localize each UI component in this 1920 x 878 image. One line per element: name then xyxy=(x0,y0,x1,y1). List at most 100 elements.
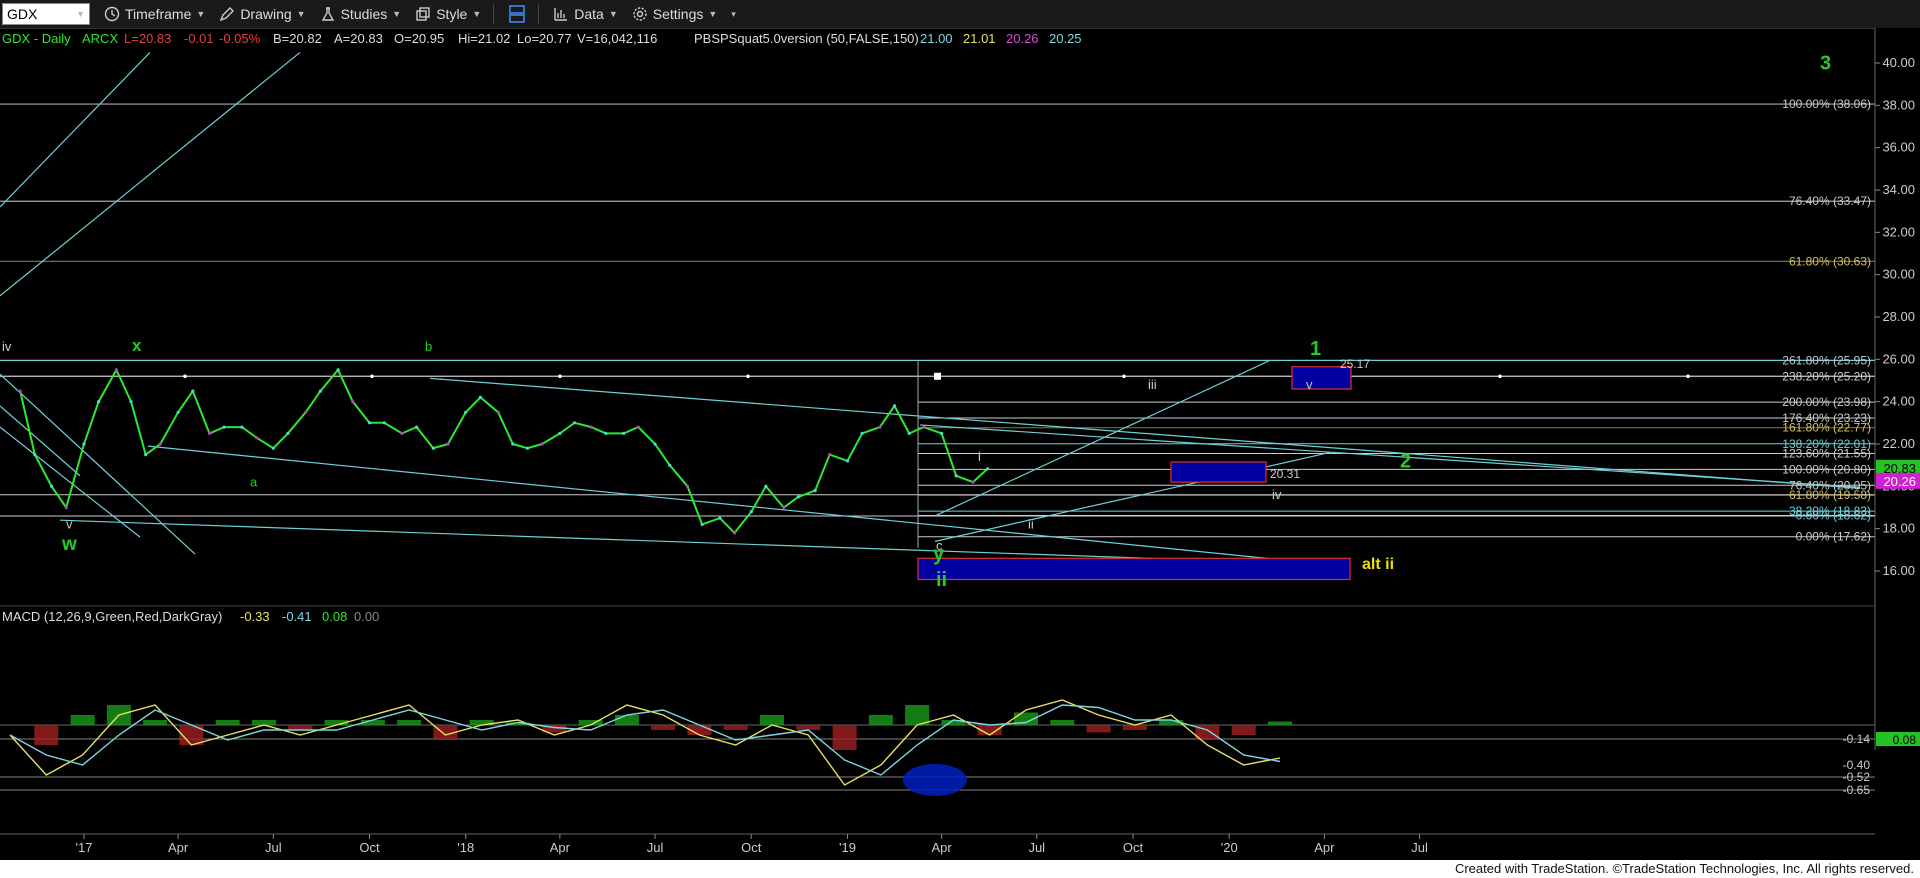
svg-text:20.25: 20.25 xyxy=(1049,31,1082,46)
macd-histogram-bar xyxy=(34,725,59,745)
price-tick-label: 16.00 xyxy=(1882,563,1915,578)
price-point xyxy=(986,467,990,471)
wave-label: ii xyxy=(1028,517,1034,532)
pencil-icon xyxy=(219,6,235,22)
svg-text:21.01: 21.01 xyxy=(963,31,996,46)
style-menu[interactable]: Style ▼ xyxy=(415,6,481,22)
wave-label: iv xyxy=(1272,487,1282,502)
wave-label: 1 xyxy=(1310,338,1321,360)
fib-label: 0.00% (18.62) xyxy=(1796,509,1871,523)
svg-text:0.00: 0.00 xyxy=(354,609,379,624)
macd-val-4: 0.00 xyxy=(354,609,379,624)
symbol-input[interactable]: GDX ▼ xyxy=(2,3,90,25)
time-tick-label: '20 xyxy=(1221,840,1238,855)
svg-text:-0.01: -0.01 xyxy=(184,31,214,46)
price-point xyxy=(400,431,404,435)
wave-label: v xyxy=(1306,377,1313,392)
svg-text:Lo=20.77: Lo=20.77 xyxy=(517,31,572,46)
svg-text:-0.33: -0.33 xyxy=(240,609,270,624)
settings-menu[interactable]: Settings ▼ xyxy=(632,6,718,22)
fib-label: 76.40% (33.47) xyxy=(1789,194,1871,208)
level-dot xyxy=(1686,374,1690,379)
svg-text:L=20.83: L=20.83 xyxy=(124,31,171,46)
macd-axis-label: -0.14 xyxy=(1843,732,1871,746)
studies-menu[interactable]: Studies ▼ xyxy=(320,6,402,22)
timeframe-menu[interactable]: Timeframe ▼ xyxy=(104,6,205,22)
chevron-down-icon: ▼ xyxy=(392,9,402,19)
price-point xyxy=(144,453,148,457)
header-change: -0.01 xyxy=(184,31,214,46)
price-line xyxy=(19,367,989,535)
layout-icon xyxy=(508,4,526,24)
price-point xyxy=(18,389,22,393)
price-point xyxy=(446,442,450,446)
macd-histogram-bar xyxy=(1086,725,1111,733)
macd-histogram-bar xyxy=(288,725,313,730)
price-point xyxy=(478,395,482,399)
price-point xyxy=(240,425,244,429)
more-menu[interactable]: ▾ xyxy=(731,9,736,20)
fib-label: 261.80% (25.95) xyxy=(1782,353,1871,367)
price-tick-label: 18.00 xyxy=(1882,521,1915,536)
price-point xyxy=(764,484,768,488)
price-point xyxy=(636,425,640,429)
wave-label: i xyxy=(978,449,981,464)
svg-text:20.26: 20.26 xyxy=(1006,31,1039,46)
price-point xyxy=(540,442,544,446)
price-point xyxy=(336,368,340,372)
wave-label: x xyxy=(132,336,142,355)
gear-icon xyxy=(632,6,648,22)
chevron-down-icon: ▼ xyxy=(708,9,718,19)
price-tick-label: 26.00 xyxy=(1882,351,1915,366)
flask-icon xyxy=(320,6,336,22)
time-tick-label: Oct xyxy=(359,840,380,855)
price-point xyxy=(604,431,608,435)
drawing-menu[interactable]: Drawing ▼ xyxy=(219,6,306,22)
study-val-3: 20.26 xyxy=(1006,31,1039,46)
macd-val-3: 0.08 xyxy=(322,609,347,624)
price-point xyxy=(796,495,800,499)
fib-label: 0.00% (17.62) xyxy=(1796,530,1871,544)
macd-histogram-bar xyxy=(70,715,95,725)
price-chart[interactable]: GDX - Daily ARCX L=20.83 -0.01 -0.05% B=… xyxy=(0,28,1920,860)
wave-label: 2 xyxy=(1400,450,1411,472)
trendline xyxy=(919,424,1861,488)
macd-histogram-bar xyxy=(215,720,240,725)
macd-histogram-bar xyxy=(651,725,676,730)
footer-credit: Created with TradeStation. ©TradeStation… xyxy=(0,860,1920,878)
header-symbol: GDX - Daily xyxy=(2,31,71,46)
time-tick-label: Jul xyxy=(647,840,664,855)
price-tick-label: 30.00 xyxy=(1882,267,1915,282)
fib-label: 161.80% (22.77) xyxy=(1782,421,1871,435)
study-val-2: 21.01 xyxy=(963,31,996,46)
study-val-1: 21.00 xyxy=(920,31,953,46)
price-point xyxy=(286,431,290,435)
level-dot xyxy=(746,374,750,379)
wave-label: ii xyxy=(936,569,947,591)
wave-label: w xyxy=(61,534,77,555)
price-tick-label: 38.00 xyxy=(1882,97,1915,112)
price-point xyxy=(191,389,195,393)
trendline xyxy=(934,451,1331,542)
time-tick-label: '17 xyxy=(76,840,93,855)
trendline xyxy=(147,445,1331,566)
fib-label: 238.20% (25.20) xyxy=(1782,369,1871,383)
macd-histogram-bar xyxy=(723,725,748,730)
macd-histogram-bar xyxy=(1050,720,1075,725)
level-dot xyxy=(370,374,374,379)
chevron-down-icon: ▼ xyxy=(196,9,206,19)
wave-label: iv xyxy=(2,339,12,354)
svg-text:21.00: 21.00 xyxy=(920,31,953,46)
time-tick-label: Jul xyxy=(1411,840,1428,855)
macd-histogram-bar xyxy=(868,715,893,725)
price-point xyxy=(271,446,275,450)
time-tick-label: Apr xyxy=(168,840,189,855)
price-point xyxy=(431,446,435,450)
price-point xyxy=(700,522,704,526)
svg-text:B=20.82: B=20.82 xyxy=(273,31,322,46)
data-menu[interactable]: Data ▼ xyxy=(553,6,618,22)
price-tick-label: 32.00 xyxy=(1882,224,1915,239)
price-point xyxy=(718,516,722,520)
layout-button[interactable] xyxy=(508,4,526,24)
fib-label: 61.80% (30.63) xyxy=(1789,254,1871,268)
